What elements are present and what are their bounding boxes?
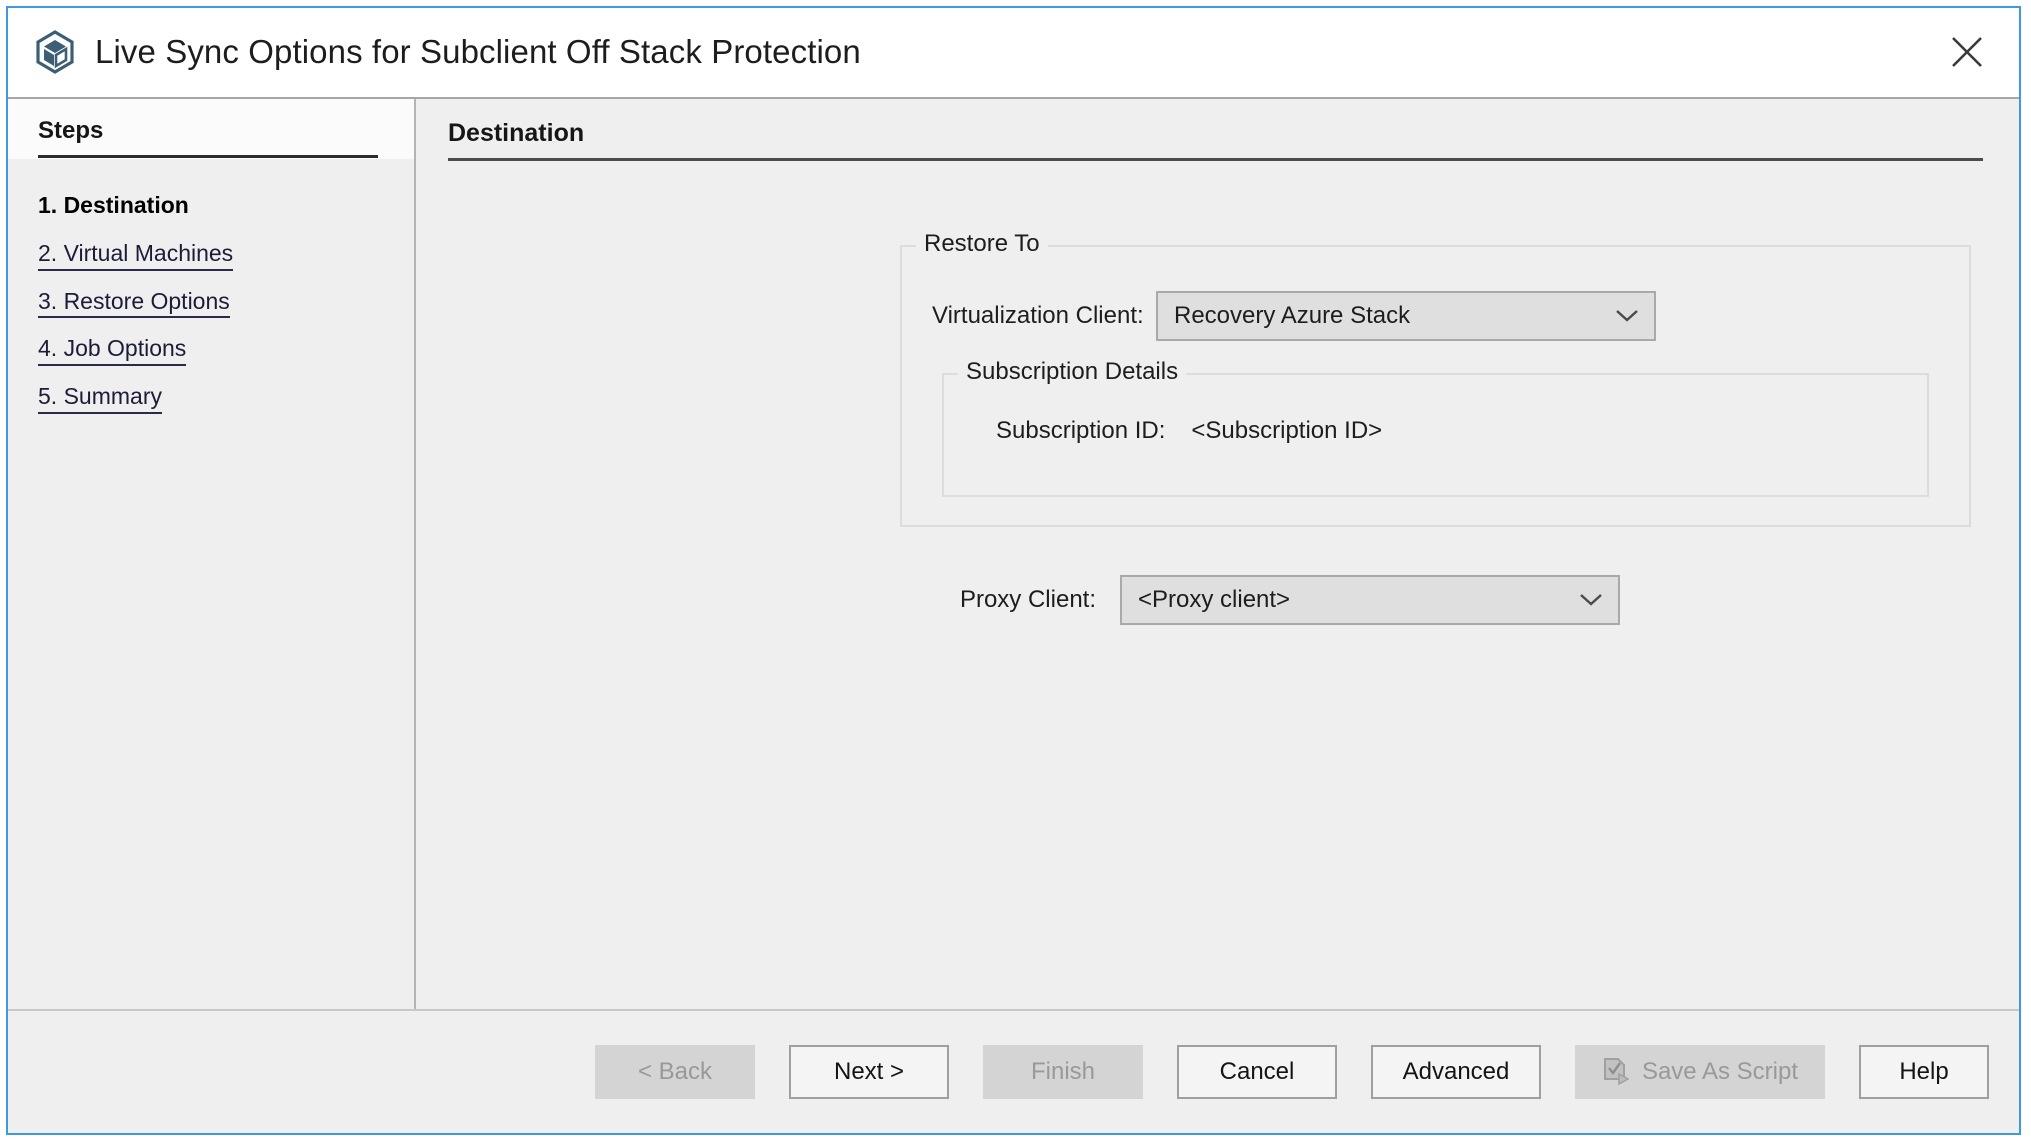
chevron-down-icon [1578, 586, 1604, 614]
cancel-button[interactable]: Cancel [1177, 1045, 1337, 1099]
destination-page: Destination Restore To Virtualization Cl… [418, 99, 2019, 1009]
virtualization-client-row: Virtualization Client: Recovery Azure St… [932, 291, 1692, 341]
help-button[interactable]: Help [1859, 1045, 1989, 1099]
steps-sidebar: Steps 1. Destination 2. Virtual Machines… [8, 99, 416, 1009]
steps-list: 1. Destination 2. Virtual Machines 3. Re… [8, 159, 414, 1009]
sidebar-item-destination[interactable]: 1. Destination [38, 191, 189, 223]
virtualization-client-label: Virtualization Client: [932, 302, 1144, 329]
dialog-window: Live Sync Options for Subclient Off Stac… [6, 6, 2021, 1135]
proxy-client-row: Proxy Client: <Proxy client> [896, 575, 2019, 625]
subscription-id-row: Subscription ID: <Subscription ID> [996, 417, 1382, 445]
window-title: Live Sync Options for Subclient Off Stac… [95, 33, 861, 70]
commvault-cube-icon [33, 30, 77, 74]
page-title: Destination [448, 119, 1983, 161]
script-document-icon [1602, 1057, 1630, 1087]
subscription-id-label: Subscription ID: [996, 417, 1166, 444]
proxy-client-label: Proxy Client: [959, 586, 1096, 613]
finish-button[interactable]: Finish [983, 1045, 1143, 1099]
advanced-button[interactable]: Advanced [1371, 1045, 1541, 1099]
subscription-details-group-label: Subscription Details [958, 358, 1187, 386]
subscription-id-value: <Subscription ID> [1191, 417, 1383, 444]
steps-header: Steps [38, 117, 378, 158]
virtualization-client-value: Recovery Azure Stack [1174, 302, 1411, 329]
proxy-client-select[interactable]: <Proxy client> [1120, 575, 1620, 625]
restore-to-group-label: Restore To [916, 230, 1048, 258]
dialog-body: Steps 1. Destination 2. Virtual Machines… [8, 97, 2019, 1009]
close-icon[interactable] [1939, 24, 1995, 80]
save-as-script-label: Save As Script [1641, 1058, 1799, 1085]
sidebar-item-job-options[interactable]: 4. Job Options [38, 334, 187, 366]
dialog-footer: < Back Next > Finish Cancel Advanced Sav… [8, 1009, 2019, 1133]
chevron-down-icon [1614, 302, 1640, 330]
sidebar-item-summary[interactable]: 5. Summary [38, 382, 162, 414]
back-button[interactable]: < Back [595, 1045, 755, 1099]
next-button[interactable]: Next > [789, 1045, 949, 1099]
title-bar: Live Sync Options for Subclient Off Stac… [8, 8, 2019, 97]
restore-to-group: Restore To Virtualization Client: Recove… [900, 230, 1971, 527]
content-panel: Destination Restore To Virtualization Cl… [416, 99, 2019, 1009]
sidebar-item-restore-options[interactable]: 3. Restore Options [38, 287, 230, 319]
save-as-script-button[interactable]: Save As Script [1575, 1045, 1825, 1099]
steps-header-area: Steps [8, 99, 414, 159]
subscription-details-group: Subscription Details Subscription ID: <S… [942, 358, 1929, 497]
sidebar-item-virtual-machines[interactable]: 2. Virtual Machines [38, 239, 234, 271]
proxy-client-value: <Proxy client> [1138, 586, 1291, 613]
virtualization-client-select[interactable]: Recovery Azure Stack [1156, 291, 1656, 341]
